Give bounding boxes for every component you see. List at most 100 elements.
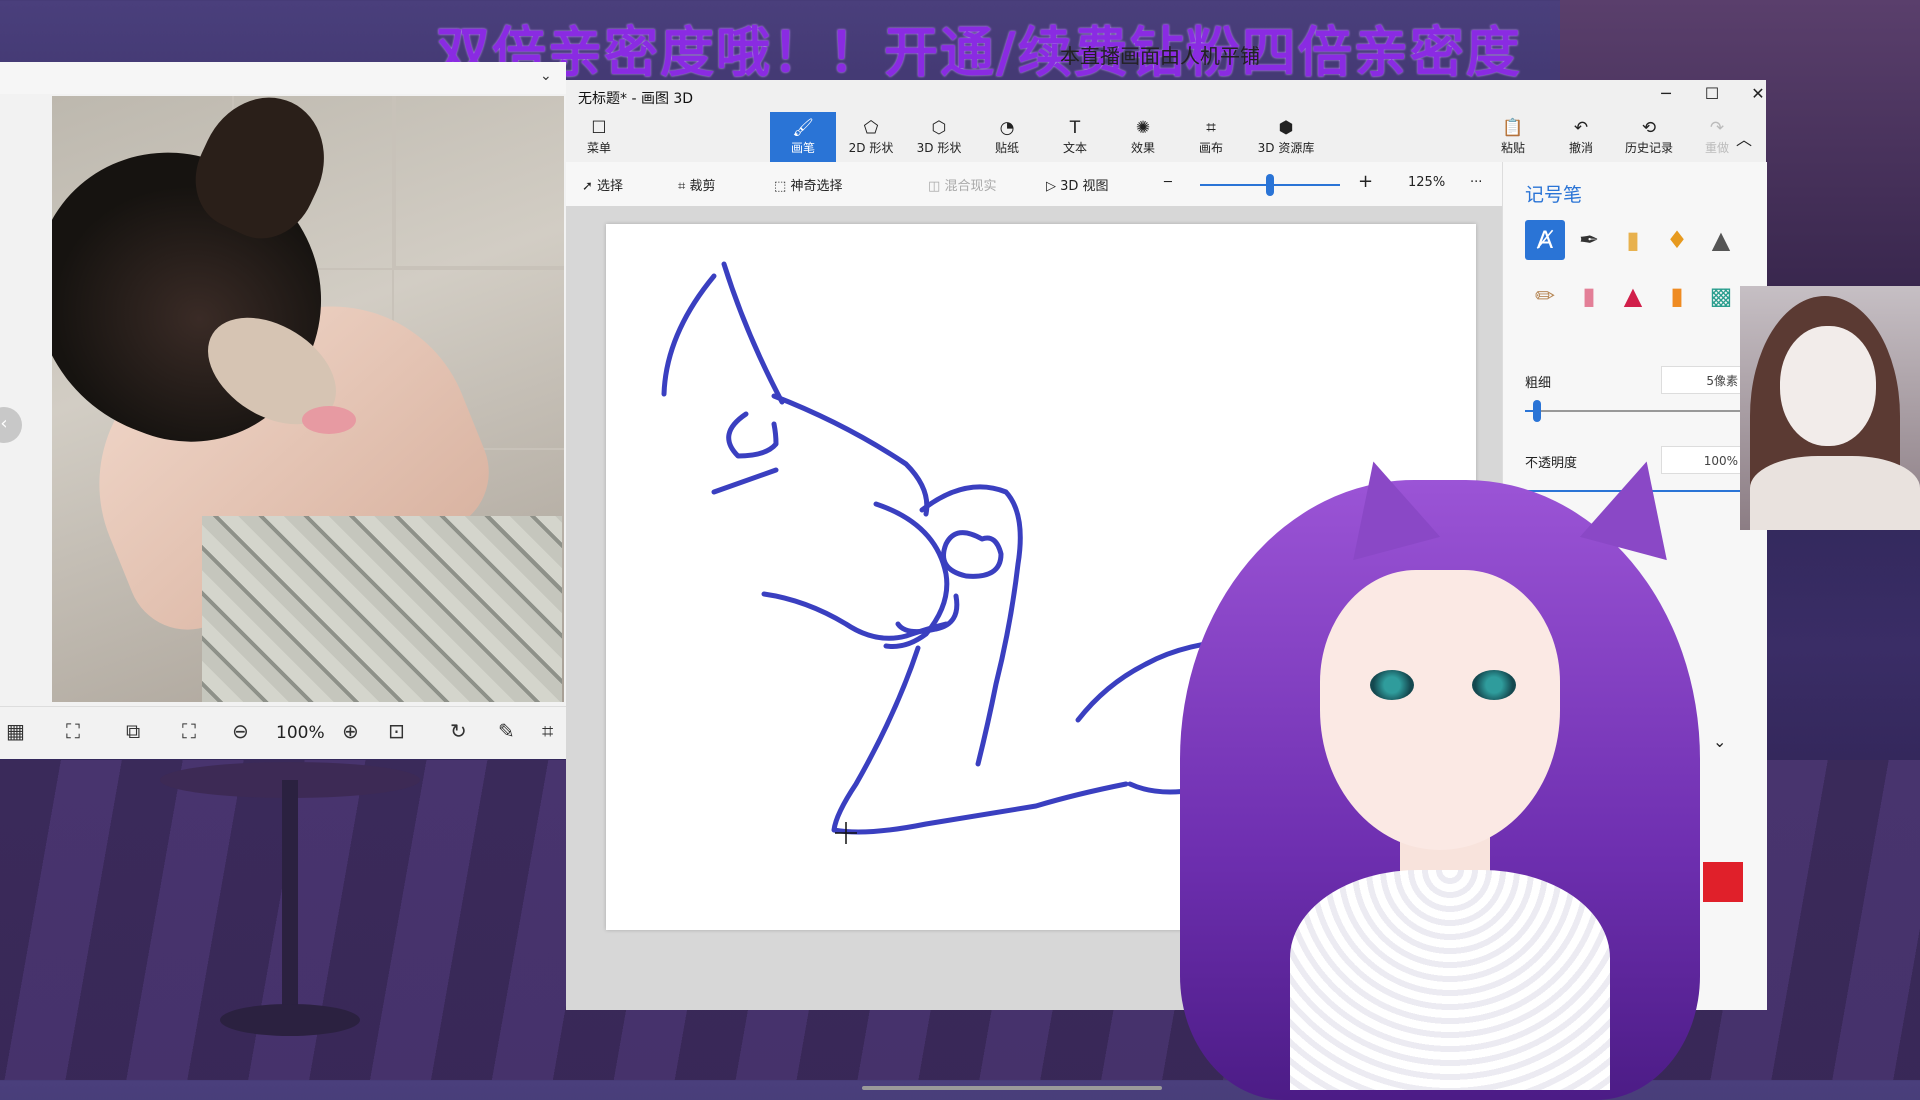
fill-bucket-icon[interactable]: ▩ <box>1701 276 1741 316</box>
zoom-in-icon[interactable]: ⊕ <box>342 719 359 743</box>
photo <box>52 96 564 702</box>
tab-canvas[interactable]: ⌗ 画布 <box>1178 112 1244 162</box>
zoom-slider-thumb[interactable] <box>1266 174 1274 196</box>
floor-tile <box>392 96 564 270</box>
stroke <box>661 273 717 397</box>
undo-button[interactable]: ↶ 撤消 <box>1548 112 1614 162</box>
ocr-icon[interactable]: ⧉ <box>126 719 140 743</box>
tab-effects[interactable]: ✺ 效果 <box>1110 112 1176 162</box>
stroke <box>726 411 779 459</box>
tab-2d-shapes[interactable]: ⬠ 2D 形状 <box>838 112 904 162</box>
thickness-label: 粗细 <box>1525 376 1552 391</box>
select-icon: ➚ <box>582 179 593 194</box>
thickness-slider-thumb[interactable] <box>1532 400 1541 422</box>
pencil-icon[interactable]: ✏ <box>1525 276 1565 316</box>
panel-title: 记号笔 <box>1525 184 1583 206</box>
zoom-out-button[interactable]: ─ <box>1164 175 1172 190</box>
rotate-icon[interactable]: ↻ <box>450 719 467 743</box>
tab-brushes[interactable]: 🖌 画笔 <box>770 112 836 162</box>
stroke <box>831 645 1129 835</box>
tab-3d-library[interactable]: ⬢ 3D 资源库 <box>1246 112 1326 162</box>
avatar-dress <box>1290 870 1610 1090</box>
fit-icon[interactable]: ⛶ <box>66 719 80 743</box>
spray-can-icon[interactable]: ▮ <box>1657 276 1697 316</box>
crayon-icon[interactable]: ▲ <box>1613 276 1653 316</box>
history-icon: ⟲ <box>1641 118 1657 138</box>
thickness-slider[interactable] <box>1525 400 1761 422</box>
crop-icon[interactable]: ⌗ <box>542 719 553 743</box>
chevron-down-icon[interactable]: ⌄ <box>540 68 552 84</box>
menu-button[interactable]: ☐ 菜单 <box>566 112 632 162</box>
canvas-icon: ⌗ <box>1206 118 1216 138</box>
zoom-out-icon[interactable]: ⊖ <box>232 719 249 743</box>
thickness-input[interactable]: 5像素 <box>1661 366 1745 394</box>
avatar-face <box>1320 570 1560 850</box>
magic-select-button[interactable]: ⬚ 神奇选择 <box>774 175 842 194</box>
stroke <box>941 530 1004 579</box>
actual-size-icon[interactable]: ⊡ <box>388 719 405 743</box>
horizontal-scrollbar[interactable] <box>862 1086 1162 1090</box>
minimize-button[interactable]: ─ <box>1646 84 1686 103</box>
eraser-icon[interactable]: ▮ <box>1569 276 1609 316</box>
3d-shapes-icon: ⬡ <box>931 118 947 138</box>
marker-brush-icon[interactable]: Ⱥ <box>1525 220 1565 260</box>
stroke <box>711 467 779 495</box>
history-button[interactable]: ⟲ 历史记录 <box>1616 112 1682 162</box>
more-button[interactable]: ··· <box>1470 175 1482 190</box>
sticker-icon: ◔ <box>999 118 1015 138</box>
magic-select-icon: ⬚ <box>774 179 787 194</box>
dog-tongue <box>302 406 356 434</box>
avatar-eye-left <box>1370 670 1414 700</box>
banner-text: 双倍亲密度哦！！开通/续费钻粉四倍亲密度 <box>436 21 1522 84</box>
stroke <box>721 261 785 405</box>
window-title: 无标题* - 画图 3D <box>578 91 694 107</box>
3d-view-icon: ▷ <box>1046 179 1056 194</box>
tab-3d-shapes[interactable]: ⬡ 3D 形状 <box>906 112 972 162</box>
stroke <box>895 593 960 635</box>
paste-button[interactable]: 📋 粘贴 <box>1480 112 1546 162</box>
banner-subtext: 本直播画面由人机平铺 <box>1060 44 1260 68</box>
zoom-in-button[interactable]: + <box>1358 171 1373 192</box>
text-icon: T <box>1069 118 1081 138</box>
watercolor-icon[interactable]: ♦ <box>1657 220 1697 260</box>
menu-icon: ☐ <box>591 118 607 138</box>
layout-icon[interactable]: ▦ <box>6 719 25 743</box>
zoom-level: 125% <box>1408 175 1446 190</box>
mixed-reality-icon: ◫ <box>928 179 941 194</box>
calligraphy-pen-icon[interactable]: ✒ <box>1569 220 1609 260</box>
stroke <box>771 393 930 517</box>
ribbon: ☐ 菜单 🖌 画笔 ⬠ 2D 形状 ⬡ 3D 形状 ◔ 贴纸 T 文本 ✺ 效果 ⌗ 画布 ⬢ 3… <box>566 112 1766 162</box>
secondary-toolbar: ➚ 选择 ⌗ 裁剪 ⬚ 神奇选择 ◫ 混合现实 ▷ 3D 视图 ─ + 125%… <box>566 162 1502 207</box>
fullscreen-icon[interactable]: ⛶ <box>182 719 196 743</box>
mixed-reality-button[interactable]: ◫ 混合现实 <box>928 175 996 194</box>
viewer-toolbar: ▦ ⛶ ⧉ ⛶ ⊖ 100% ⊕ ⊡ ↻ ✎ ⌗ <box>0 706 566 759</box>
avatar-eye-right <box>1472 670 1516 700</box>
paint-titlebar: 无标题* - 画图 3D ─ ☐ ✕ <box>566 80 1766 112</box>
photo-viewer-window: ⌄ ‹ ▦ ⛶ ⧉ ⛶ ⊖ 100% ⊕ ⊡ ↻ ✎ ⌗ <box>0 62 566 759</box>
brush-icon: 🖌 <box>792 118 814 138</box>
collapse-ribbon-icon[interactable]: ︿ <box>1724 126 1764 150</box>
maximize-button[interactable]: ☐ <box>1692 84 1732 103</box>
close-button[interactable]: ✕ <box>1738 84 1778 103</box>
tab-text[interactable]: T 文本 <box>1042 112 1108 162</box>
crop-icon: ⌗ <box>678 179 686 194</box>
side-table <box>160 762 420 1036</box>
stroke <box>761 591 949 641</box>
effects-icon: ✺ <box>1135 118 1151 138</box>
zoom-level: 100% <box>276 723 325 743</box>
edit-icon[interactable]: ✎ <box>498 719 515 743</box>
plaid-shorts <box>202 516 562 702</box>
pixel-pen-icon[interactable]: ▲ <box>1701 220 1741 260</box>
oil-brush-icon[interactable]: ▮ <box>1613 220 1653 260</box>
3d-view-button[interactable]: ▷ 3D 视图 <box>1046 175 1109 194</box>
chevron-left-icon[interactable]: ‹ <box>0 407 22 443</box>
paste-icon: 📋 <box>1502 118 1524 138</box>
tab-stickers[interactable]: ◔ 贴纸 <box>974 112 1040 162</box>
crosshair-cursor <box>835 822 857 844</box>
crop-button[interactable]: ⌗ 裁剪 <box>678 175 715 194</box>
3d-library-icon: ⬢ <box>1278 118 1294 138</box>
undo-icon: ↶ <box>1573 118 1589 138</box>
webcam-face <box>1780 326 1876 446</box>
select-button[interactable]: ➚ 选择 <box>582 175 623 194</box>
2d-shapes-icon: ⬠ <box>863 118 879 138</box>
